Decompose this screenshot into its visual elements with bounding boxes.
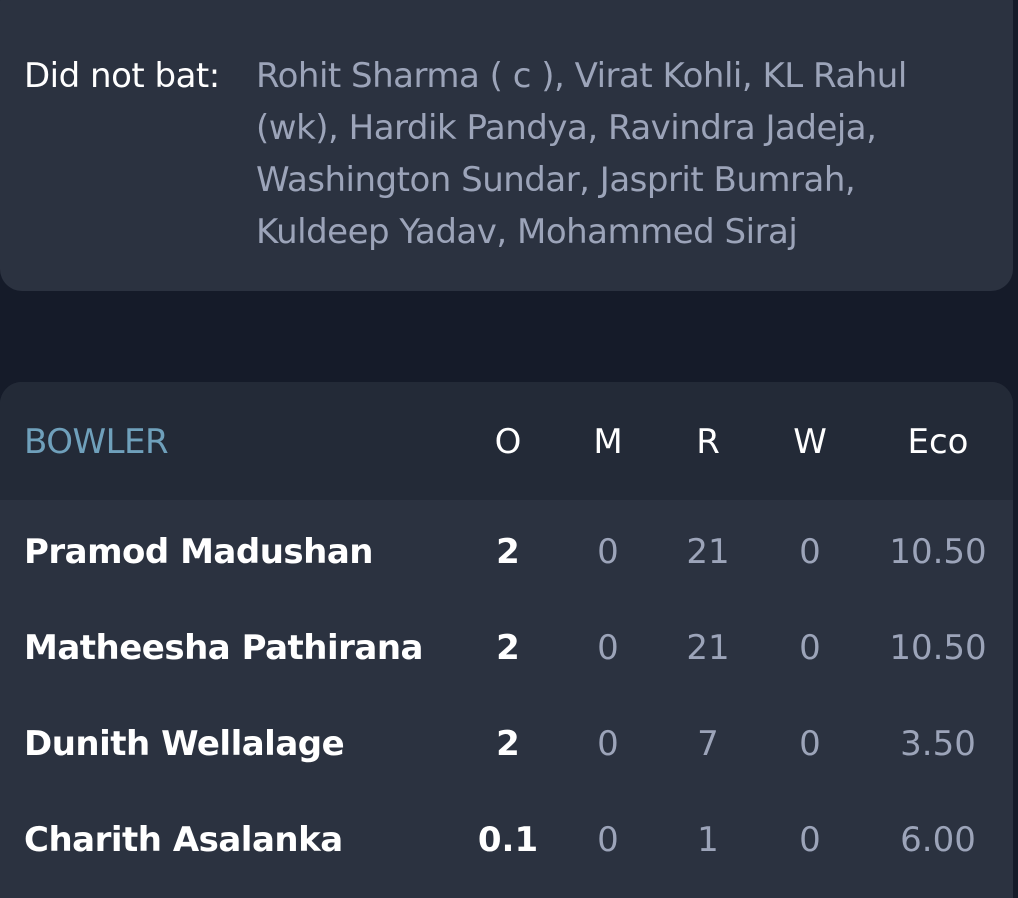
bowler-economy: 3.50	[900, 724, 976, 764]
bowling-table: BOWLER O M R W Eco Pramod Madushan 2 0 2…	[0, 382, 1013, 898]
bowler-row[interactable]: Dunith Wellalage 2 0 7 0 3.50	[0, 696, 1013, 792]
header-economy: Eco	[907, 422, 969, 462]
bowler-row[interactable]: Matheesha Pathirana 2 0 21 0 10.50	[0, 600, 1013, 696]
header-bowler: BOWLER	[24, 422, 169, 462]
bowler-name[interactable]: Matheesha Pathirana	[24, 628, 424, 668]
bowler-wickets: 0	[799, 724, 821, 764]
bowler-wickets: 0	[799, 532, 821, 572]
did-not-bat-players: Rohit Sharma ( c ), Virat Kohli, KL Rahu…	[256, 56, 907, 252]
scorecard-page: Did not bat: Rohit Sharma ( c ), Virat K…	[0, 0, 1018, 898]
bowling-table-header: BOWLER O M R W Eco	[0, 382, 1013, 500]
bowler-wickets: 0	[799, 820, 821, 860]
bowler-row[interactable]: Charith Asalanka 0.1 0 1 0 6.00	[0, 792, 1013, 888]
bowler-name[interactable]: Pramod Madushan	[24, 532, 374, 572]
bowler-economy: 10.50	[889, 628, 987, 668]
did-not-bat-label: Did not bat:	[24, 56, 220, 96]
bowler-economy: 6.00	[900, 820, 976, 860]
bowler-name[interactable]: Dunith Wellalage	[24, 724, 345, 764]
bowler-wickets: 0	[799, 628, 821, 668]
header-wickets: W	[793, 422, 827, 462]
bowler-row[interactable]: Pramod Madushan 2 0 21 0 10.50	[0, 504, 1013, 600]
bowler-name[interactable]: Charith Asalanka	[24, 820, 343, 860]
did-not-bat-card: Did not bat: Rohit Sharma ( c ), Virat K…	[0, 0, 1013, 291]
bowler-economy: 10.50	[889, 532, 987, 572]
